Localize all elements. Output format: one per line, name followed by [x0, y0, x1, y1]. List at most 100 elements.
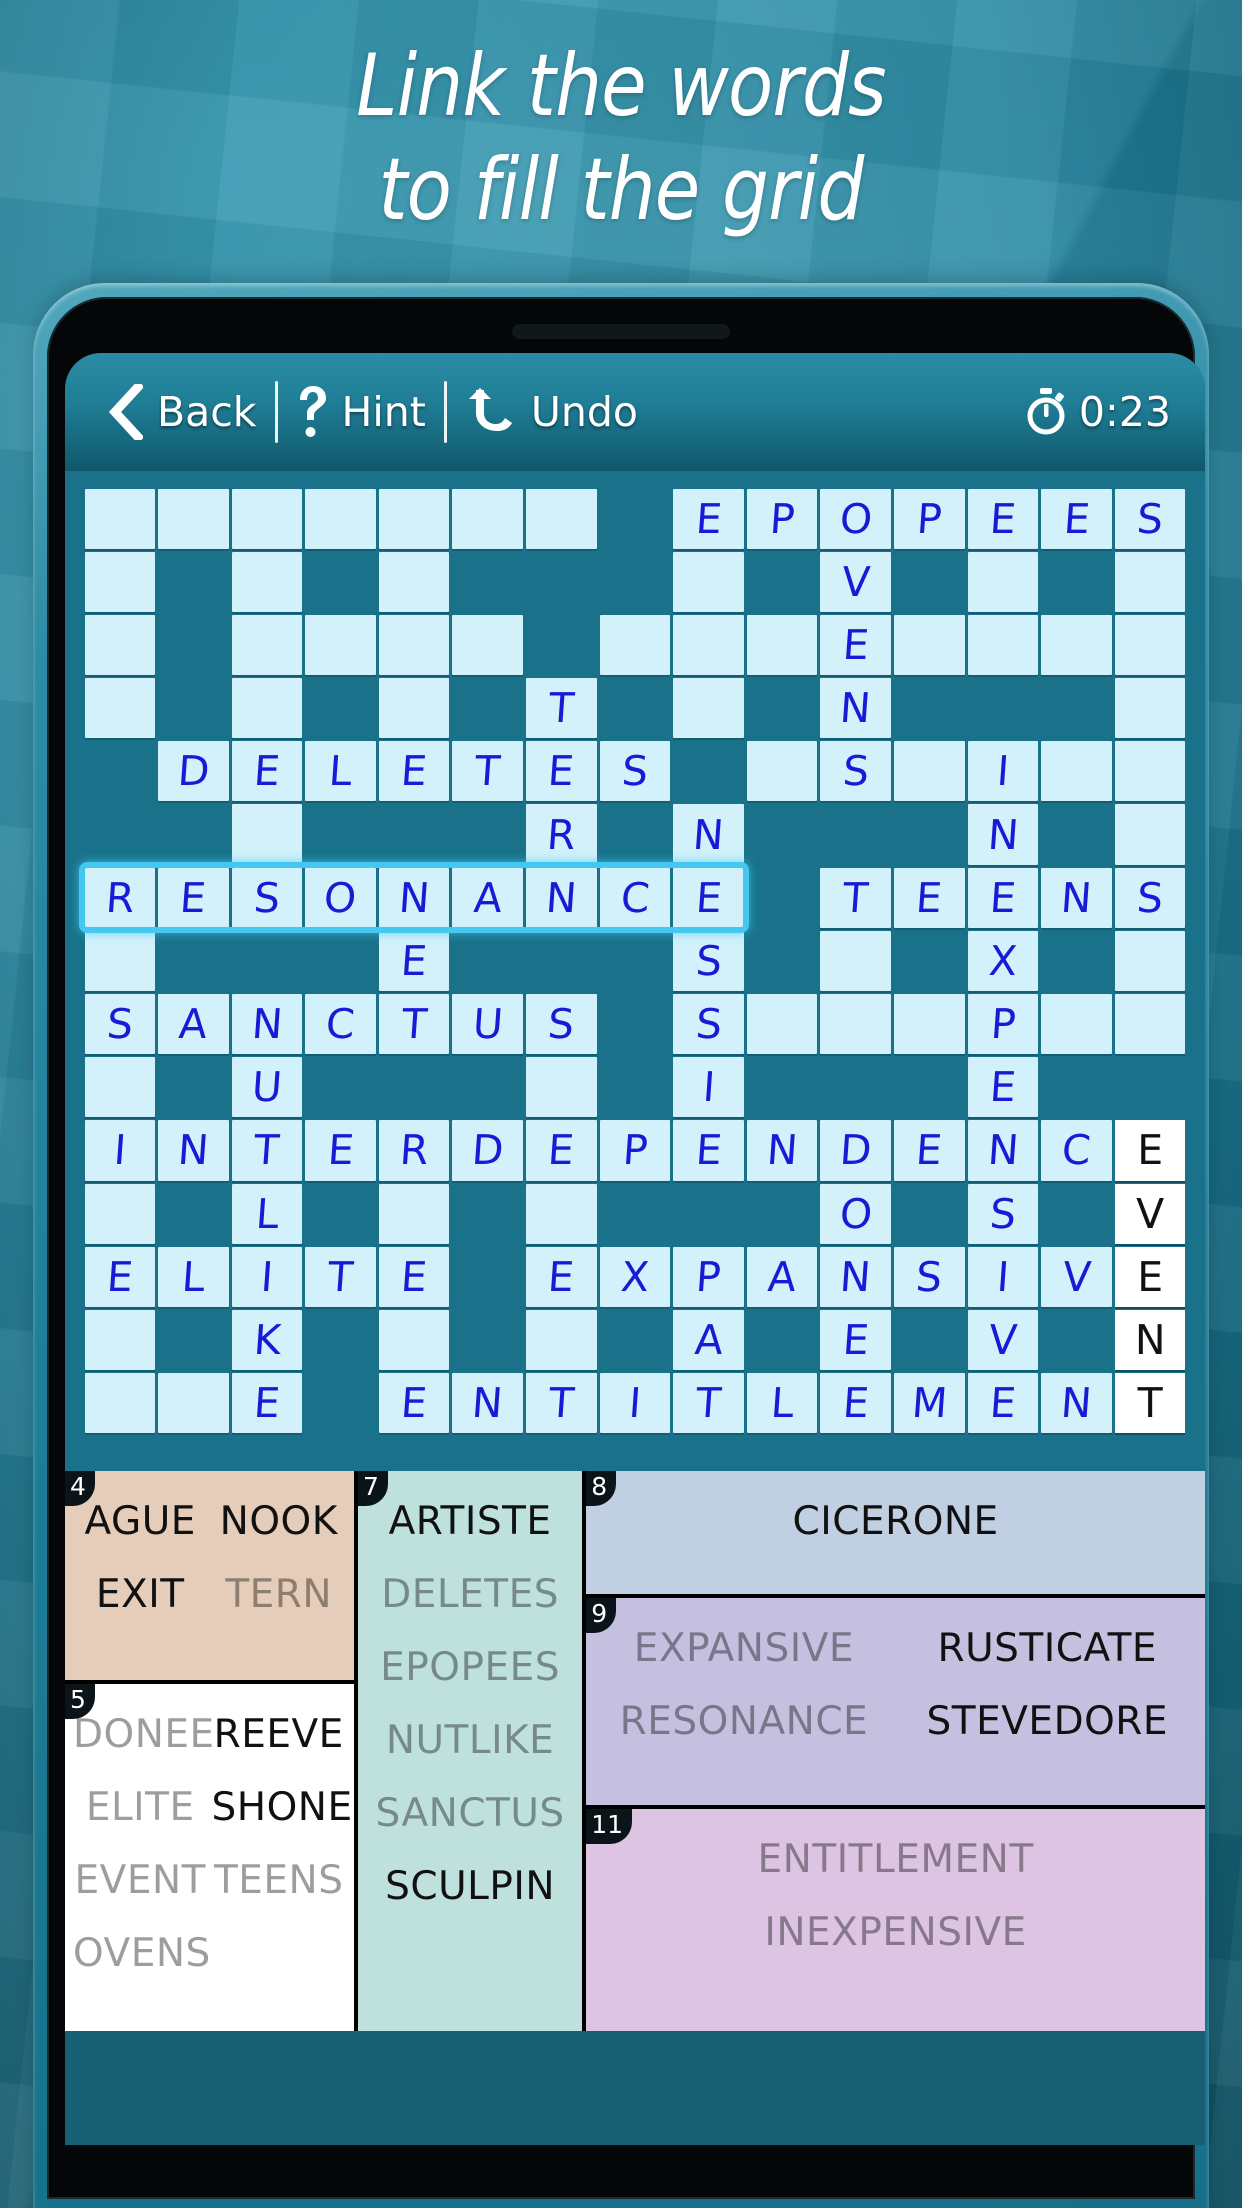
grid-cell[interactable]: E [1114, 1120, 1186, 1181]
grid-cell[interactable]: E [526, 1120, 597, 1181]
word-chip[interactable]: EXPANSIVE [592, 1612, 895, 1685]
grid-cell[interactable]: T [452, 741, 524, 802]
hint-button[interactable]: Hint [278, 384, 444, 440]
grid-cell[interactable]: E [231, 1373, 303, 1434]
grid-cell[interactable] [1041, 614, 1112, 676]
crossword-grid[interactable]: EPOPEESVETNDELETESSIRNNRESONANCETEENSESX… [79, 487, 1187, 1435]
grid-cell[interactable]: N [1114, 1309, 1186, 1371]
grid-cell[interactable]: C [599, 867, 671, 928]
word-panel[interactable]: 8 CICERONE [586, 1471, 1205, 1595]
grid-cell[interactable]: S [84, 994, 156, 1055]
grid-cell[interactable] [967, 551, 1039, 612]
grid-cell[interactable] [84, 614, 156, 676]
grid-cell[interactable] [452, 614, 524, 676]
grid-cell[interactable]: E [820, 1309, 892, 1371]
grid-cell[interactable]: C [305, 994, 376, 1055]
grid-cell[interactable] [84, 1057, 156, 1118]
grid-cell[interactable]: V [1114, 1183, 1186, 1244]
grid-cell[interactable] [452, 488, 524, 549]
grid-cell[interactable]: S [231, 867, 303, 928]
word-chip[interactable]: AGUE [71, 1485, 209, 1558]
grid-cell[interactable]: S [526, 994, 597, 1055]
grid-cell[interactable]: E [967, 1373, 1039, 1434]
grid-cell[interactable] [378, 551, 450, 612]
grid-cell[interactable]: P [746, 488, 818, 549]
grid-cell[interactable]: I [673, 1057, 744, 1118]
grid-cell[interactable] [231, 804, 303, 865]
grid-cell[interactable] [378, 488, 450, 549]
word-chip[interactable]: REEVE [209, 1698, 347, 1771]
grid-cell[interactable] [1114, 930, 1186, 991]
grid-cell[interactable]: E [378, 1246, 450, 1307]
grid-cell[interactable] [305, 614, 376, 676]
grid-cell[interactable]: S [673, 930, 744, 991]
grid-cell[interactable] [894, 614, 965, 676]
grid-cell[interactable]: N [1041, 1373, 1112, 1434]
grid-cell[interactable]: E [1041, 488, 1112, 549]
grid-cell[interactable] [231, 551, 303, 612]
grid-cell[interactable] [231, 678, 303, 739]
word-chip[interactable]: SANCTUS [364, 1777, 576, 1850]
grid-cell[interactable] [820, 930, 892, 991]
grid-cell[interactable]: E [673, 488, 744, 549]
grid-cell[interactable]: I [84, 1120, 156, 1181]
grid-cell[interactable]: O [820, 1183, 892, 1244]
grid-cell[interactable]: T [1114, 1373, 1186, 1434]
grid-cell[interactable]: V [820, 551, 892, 612]
back-button[interactable]: Back [87, 384, 275, 440]
grid-cell[interactable]: N [967, 804, 1039, 865]
grid-cell[interactable]: E [820, 614, 892, 676]
grid-cell[interactable]: E [967, 867, 1039, 928]
grid-cell[interactable] [894, 994, 965, 1055]
word-chip[interactable]: EPOPEES [364, 1631, 576, 1704]
grid-cell[interactable] [673, 551, 744, 612]
word-panel[interactable]: 9 EXPANSIVE RUSTICATE RESONANCE STEVEDORE [586, 1598, 1205, 1806]
grid-cell[interactable]: O [820, 488, 892, 549]
word-chip[interactable]: NOOK [209, 1485, 347, 1558]
word-chip[interactable]: RUSTICATE [896, 1612, 1199, 1685]
word-chip[interactable]: ENTITLEMENT [592, 1823, 1199, 1896]
grid-cell[interactable]: P [967, 994, 1039, 1055]
grid-cell[interactable] [158, 1373, 229, 1434]
word-chip[interactable]: STEVEDORE [896, 1685, 1199, 1758]
grid-cell[interactable]: T [526, 1373, 597, 1434]
grid-cell[interactable] [378, 1183, 450, 1244]
grid-cell[interactable]: A [452, 867, 524, 928]
word-chip[interactable]: OVENS [71, 1917, 210, 1990]
grid-cell[interactable]: E [967, 488, 1039, 549]
grid-cell[interactable]: N [1041, 867, 1112, 928]
grid-cell[interactable]: I [231, 1246, 303, 1307]
grid-cell[interactable]: N [452, 1373, 524, 1434]
grid-cell[interactable] [84, 930, 156, 991]
grid-cell[interactable]: T [378, 994, 450, 1055]
grid-cell[interactable]: T [231, 1120, 303, 1181]
grid-cell[interactable] [84, 1309, 156, 1371]
grid-cell[interactable] [673, 678, 744, 739]
grid-cell[interactable] [1041, 741, 1112, 802]
grid-cell[interactable] [84, 1183, 156, 1244]
undo-button[interactable]: Undo [447, 386, 656, 438]
word-chip[interactable]: SHONE [209, 1771, 352, 1844]
grid-cell[interactable]: O [305, 867, 376, 928]
grid-cell[interactable] [1114, 551, 1186, 612]
grid-cell[interactable] [746, 614, 818, 676]
grid-cell[interactable] [1114, 678, 1186, 739]
grid-cell[interactable]: P [894, 488, 965, 549]
word-chip[interactable]: DELETES [364, 1558, 576, 1631]
grid-cell[interactable] [820, 994, 892, 1055]
grid-cell[interactable] [746, 741, 818, 802]
grid-cell[interactable]: N [820, 1246, 892, 1307]
grid-cell[interactable]: R [526, 804, 597, 865]
grid-cell[interactable]: S [894, 1246, 965, 1307]
grid-cell[interactable]: P [599, 1120, 671, 1181]
word-chip[interactable]: EVENT [71, 1844, 209, 1917]
grid-cell[interactable]: E [894, 867, 965, 928]
grid-cell[interactable]: N [378, 867, 450, 928]
grid-cell[interactable]: N [967, 1120, 1039, 1181]
word-panel[interactable]: 5 DONEE REEVE ELITE SHONE EVENT TEENS OVENS [65, 1683, 354, 2031]
grid-cell[interactable]: K [231, 1309, 303, 1371]
word-chip[interactable]: ARTISTE [364, 1485, 576, 1558]
grid-cell[interactable]: E [378, 930, 450, 991]
grid-cell[interactable]: D [820, 1120, 892, 1181]
grid-cell[interactable]: D [452, 1120, 524, 1181]
